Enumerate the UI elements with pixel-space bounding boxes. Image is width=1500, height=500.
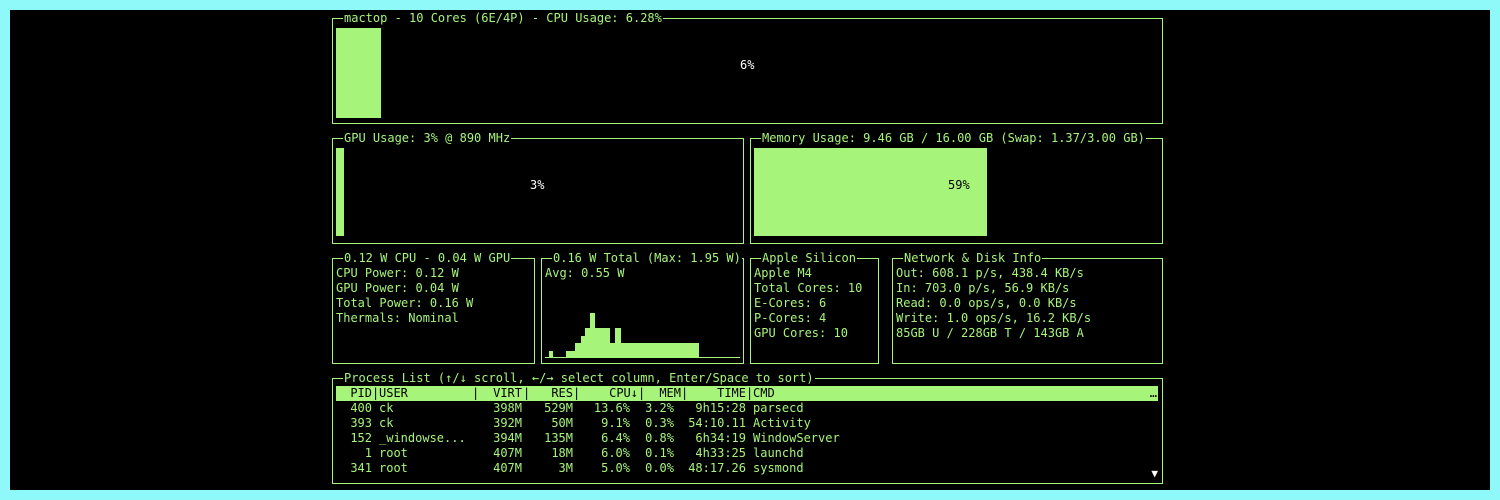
process-row[interactable]: 1 root 407M 18M 6.0% 0.1% 4h33:25 launch… xyxy=(336,446,1158,461)
process-cpu: 9.1% xyxy=(601,416,630,430)
disk-read-line: Read: 0.0 ops/s, 0.0 KB/s xyxy=(896,296,1077,310)
column-header-cmd[interactable]: CMD xyxy=(753,386,775,401)
process-cmd: sysmond xyxy=(753,461,804,475)
process-virt: 398M xyxy=(493,401,522,415)
process-cpu: 13.6% xyxy=(593,401,630,415)
process-cpu: 6.0% xyxy=(601,446,630,460)
process-virt: 392M xyxy=(493,416,522,430)
network-disk-panel: Network & Disk Info Out: 608.1 p/s, 438.… xyxy=(892,251,1163,364)
process-user: ck xyxy=(379,416,394,430)
process-list-title: Process List (↑/↓ scroll, ←/→ select col… xyxy=(343,371,815,385)
process-virt: 407M xyxy=(493,446,522,460)
process-list-panel[interactable]: Process List (↑/↓ scroll, ←/→ select col… xyxy=(332,371,1163,484)
process-pid: 400 xyxy=(350,401,372,415)
apple-silicon-panel: Apple Silicon Apple M4 Total Cores: 10 E… xyxy=(750,251,879,364)
network-disk-title: Network & Disk Info xyxy=(903,251,1043,265)
process-table-header: PID | USER | VIRT | RES | CPU↓ | MEM | T… xyxy=(336,386,1158,401)
cpu-panel: mactop - 10 Cores (6E/4P) - CPU Usage: 6… xyxy=(332,11,1163,124)
process-row[interactable]: 400 ck 398M 529M 13.6% 3.2% 9h15:28 pars… xyxy=(336,401,1158,416)
gpu-usage-bar xyxy=(336,148,344,236)
process-time: 6h34:19 xyxy=(695,431,746,445)
column-header-mem[interactable]: MEM xyxy=(645,386,681,401)
process-mem: 0.1% xyxy=(645,446,674,460)
process-virt: 407M xyxy=(493,461,522,475)
process-mem: 3.2% xyxy=(645,401,674,415)
column-header-res[interactable]: RES xyxy=(530,386,573,401)
cpu-power-line: CPU Power: 0.12 W xyxy=(336,266,459,280)
memory-usage-bar xyxy=(754,148,987,236)
process-virt: 394M xyxy=(493,431,522,445)
disk-write-line: Write: 1.0 ops/s, 16.2 KB/s xyxy=(896,311,1092,325)
column-header-pid[interactable]: PID xyxy=(336,386,372,401)
process-res: 529M xyxy=(544,401,573,415)
process-pid: 393 xyxy=(350,416,372,430)
column-header-time[interactable]: TIME xyxy=(688,386,746,401)
process-cpu: 6.4% xyxy=(601,431,630,445)
gpu-percent-label: 3% xyxy=(530,178,545,192)
memory-percent-label: 59% xyxy=(948,178,970,192)
process-user: root xyxy=(379,446,408,460)
gpu-panel: GPU Usage: 3% @ 890 MHz 3% xyxy=(332,131,744,244)
process-cmd: WindowServer xyxy=(753,431,840,445)
process-mem: 0.8% xyxy=(645,431,674,445)
process-pid: 1 xyxy=(364,446,372,460)
scroll-down-arrow-icon[interactable]: ▼ xyxy=(1151,467,1158,480)
power-history-bar xyxy=(696,343,699,358)
process-cmd: launchd xyxy=(753,446,804,460)
memory-title: Memory Usage: 9.46 GB / 16.00 GB (Swap: … xyxy=(761,131,1146,145)
chip-model-line: Apple M4 xyxy=(754,266,812,280)
process-time: 48:17.26 xyxy=(688,461,746,475)
process-mem: 0.3% xyxy=(645,416,674,430)
thermals-line: Thermals: Nominal xyxy=(336,311,459,325)
process-user: root xyxy=(379,461,408,475)
e-cores-line: E-Cores: 6 xyxy=(754,296,827,310)
terminal-window: mactop - 10 Cores (6E/4P) - CPU Usage: 6… xyxy=(10,10,1490,490)
cpu-title: mactop - 10 Cores (6E/4P) - CPU Usage: 6… xyxy=(343,11,663,25)
cpu-percent-label: 6% xyxy=(740,58,755,72)
process-row[interactable]: 393 ck 392M 50M 9.1% 0.3% 54:10.11 Activ… xyxy=(336,416,1158,431)
total-power-line: Total Power: 0.16 W xyxy=(336,296,474,310)
power-history-chart xyxy=(545,298,740,358)
gpu-title: GPU Usage: 3% @ 890 MHz xyxy=(343,131,512,145)
power-history-baseline xyxy=(545,357,740,358)
process-time: 54:10.11 xyxy=(688,416,746,430)
process-res: 135M xyxy=(544,431,573,445)
power-title: 0.12 W CPU - 0.04 W GPU xyxy=(343,251,512,265)
p-cores-line: P-Cores: 4 xyxy=(754,311,827,325)
process-mem: 0.0% xyxy=(645,461,674,475)
column-header-virt[interactable]: VIRT xyxy=(479,386,522,401)
disk-space-line: 85GB U / 228GB T / 143GB A xyxy=(896,326,1084,340)
process-pid: 341 xyxy=(350,461,372,475)
power-panel: 0.12 W CPU - 0.04 W GPU CPU Power: 0.12 … xyxy=(332,251,535,364)
header-overflow-indicator: … xyxy=(1149,386,1157,400)
column-header-cpu[interactable]: CPU↓ xyxy=(580,386,638,401)
gpu-power-line: GPU Power: 0.04 W xyxy=(336,281,459,295)
network-in-line: In: 703.0 p/s, 56.9 KB/s xyxy=(896,281,1070,295)
process-pid: 152 xyxy=(350,431,372,445)
memory-panel: Memory Usage: 9.46 GB / 16.00 GB (Swap: … xyxy=(750,131,1163,244)
process-res: 18M xyxy=(551,446,573,460)
process-row[interactable]: 341 root 407M 3M 5.0% 0.0% 48:17.26 sysm… xyxy=(336,461,1158,476)
gpu-cores-line: GPU Cores: 10 xyxy=(754,326,848,340)
avg-power-line: Avg: 0.55 W xyxy=(545,266,625,280)
process-user: _windowse... xyxy=(379,431,466,445)
total-power-panel: 0.16 W Total (Max: 1.95 W) Avg: 0.55 W xyxy=(541,251,744,364)
total-cores-line: Total Cores: 10 xyxy=(754,281,863,295)
process-cmd: parsecd xyxy=(753,401,804,415)
cpu-usage-bar xyxy=(336,28,381,118)
total-power-title: 0.16 W Total (Max: 1.95 W) xyxy=(552,251,742,265)
process-res: 3M xyxy=(558,461,573,475)
apple-silicon-title: Apple Silicon xyxy=(761,251,857,265)
process-cmd: Activity xyxy=(753,416,811,430)
process-time: 9h15:28 xyxy=(695,401,746,415)
process-time: 4h33:25 xyxy=(695,446,746,460)
process-row[interactable]: 152 _windowse... 394M 135M 6.4% 0.8% 6h3… xyxy=(336,431,1158,446)
process-cpu: 5.0% xyxy=(601,461,630,475)
process-res: 50M xyxy=(551,416,573,430)
network-out-line: Out: 608.1 p/s, 438.4 KB/s xyxy=(896,266,1084,280)
process-user: ck xyxy=(379,401,394,415)
column-header-user[interactable]: USER xyxy=(379,386,408,401)
